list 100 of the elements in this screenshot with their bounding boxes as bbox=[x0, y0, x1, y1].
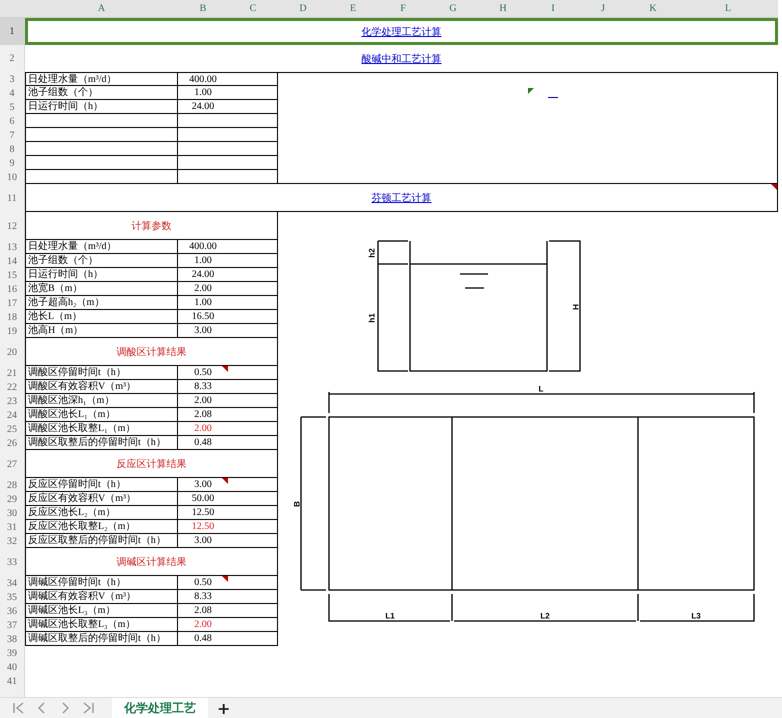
title-link[interactable]: 化学处理工艺计算 bbox=[362, 24, 442, 38]
column-header[interactable]: L bbox=[678, 0, 778, 18]
row-header[interactable]: 17 bbox=[0, 296, 25, 310]
parameter-label: 调酸区池长L₁（m） bbox=[25, 408, 178, 422]
row-header[interactable]: 25 bbox=[0, 422, 25, 436]
parameter-label: 池宽B（m） bbox=[25, 282, 178, 296]
row-header[interactable]: 40 bbox=[0, 660, 25, 674]
column-header[interactable]: I bbox=[528, 0, 578, 18]
title-cell[interactable]: 芬顿工艺计算 bbox=[25, 184, 778, 212]
parameter-label: 反应区取整后的停留时间t（h） bbox=[25, 534, 178, 548]
first-sheet-icon[interactable] bbox=[12, 701, 26, 715]
parameter-value: 2.08 bbox=[193, 408, 213, 421]
last-sheet-icon[interactable] bbox=[81, 701, 95, 715]
column-header[interactable]: B bbox=[178, 0, 228, 18]
row-header[interactable]: 2 bbox=[0, 45, 25, 72]
row-header[interactable]: 27 bbox=[0, 450, 25, 478]
parameter-label: 调碱区有效容积V（m³） bbox=[25, 590, 178, 604]
row-header[interactable]: 34 bbox=[0, 576, 25, 590]
column-header[interactable]: F bbox=[378, 0, 428, 18]
row-header[interactable]: 24 bbox=[0, 408, 25, 422]
column-header[interactable]: E bbox=[328, 0, 378, 18]
row-header[interactable]: 30 bbox=[0, 506, 25, 520]
dimension-label: h1 bbox=[368, 313, 376, 323]
sheet-tab[interactable]: 化学处理工艺 bbox=[112, 698, 208, 718]
row-header[interactable]: 37 bbox=[0, 618, 25, 632]
row-header[interactable]: 5 bbox=[0, 100, 25, 114]
row-header[interactable]: 4 bbox=[0, 86, 25, 100]
parameter-value: 3.00 bbox=[193, 478, 213, 491]
row-header[interactable]: 3 bbox=[0, 72, 25, 86]
parameter-label: 调酸区有效容积V（m³） bbox=[25, 380, 178, 394]
parameter-value: 0.48 bbox=[193, 436, 213, 449]
parameter-value: 2.00 bbox=[193, 282, 213, 295]
row-header[interactable]: 11 bbox=[0, 184, 25, 212]
row-header[interactable]: 39 bbox=[0, 646, 25, 660]
column-header[interactable]: H bbox=[478, 0, 528, 18]
row-header[interactable]: 16 bbox=[0, 282, 25, 296]
column-header[interactable]: G bbox=[428, 0, 478, 18]
row-header[interactable]: 18 bbox=[0, 310, 25, 324]
parameter-value: 50.00 bbox=[190, 492, 216, 505]
dimension-label: L2 bbox=[540, 612, 550, 620]
dimension-label: B bbox=[292, 501, 302, 507]
row-header[interactable]: 36 bbox=[0, 604, 25, 618]
row-header[interactable]: 35 bbox=[0, 590, 25, 604]
row-header[interactable]: 20 bbox=[0, 338, 25, 366]
parameter-value: 2.00 bbox=[193, 618, 213, 631]
parameter-value: 16.50 bbox=[190, 310, 216, 323]
parameter-value: 8.33 bbox=[193, 380, 213, 393]
parameter-label: 调碱区池长取整L₃（m） bbox=[25, 618, 178, 632]
title-cell[interactable]: 酸碱中和工艺计算 bbox=[25, 45, 778, 72]
parameter-value: 0.48 bbox=[193, 632, 213, 645]
row-header[interactable]: 21 bbox=[0, 366, 25, 380]
parameter-value: 12.50 bbox=[190, 520, 216, 533]
parameter-label: 日处理水量（m³/d） bbox=[25, 72, 178, 86]
selected-cell[interactable]: 化学处理工艺计算 bbox=[25, 18, 778, 45]
title-link[interactable]: 芬顿工艺计算 bbox=[372, 190, 432, 204]
row-header[interactable]: 9 bbox=[0, 156, 25, 170]
row-header[interactable]: 26 bbox=[0, 436, 25, 450]
parameter-label: 池子超高h₂（m） bbox=[25, 296, 178, 310]
row-header[interactable]: 10 bbox=[0, 170, 25, 184]
row-header[interactable]: 23 bbox=[0, 394, 25, 408]
dimension-label: h2 bbox=[368, 248, 376, 258]
row-header[interactable]: 28 bbox=[0, 478, 25, 492]
row-header[interactable]: 38 bbox=[0, 632, 25, 646]
parameter-value: 400.00 bbox=[188, 240, 218, 253]
parameter-label: 调酸区停留时间t（h） bbox=[25, 366, 178, 380]
column-header[interactable]: D bbox=[278, 0, 328, 18]
parameter-label: 调酸区池长取整L₁（m） bbox=[25, 422, 178, 436]
parameter-value: 2.00 bbox=[193, 394, 213, 407]
row-header[interactable]: 8 bbox=[0, 142, 25, 156]
parameter-label: 日运行时间（h） bbox=[25, 268, 178, 282]
column-header[interactable]: C bbox=[228, 0, 278, 18]
row-header[interactable]: 33 bbox=[0, 548, 25, 576]
parameter-label: 池子组数（个） bbox=[25, 254, 178, 268]
row-header[interactable]: 32 bbox=[0, 534, 25, 548]
column-header[interactable]: A bbox=[25, 0, 178, 18]
title-link[interactable]: 酸碱中和工艺计算 bbox=[362, 52, 442, 66]
add-sheet-button[interactable]: + bbox=[217, 698, 230, 718]
row-header[interactable]: 15 bbox=[0, 268, 25, 282]
row-header[interactable]: 19 bbox=[0, 324, 25, 338]
row-header[interactable]: 31 bbox=[0, 520, 25, 534]
row-header[interactable]: 41 bbox=[0, 674, 25, 688]
dimension-label: L bbox=[538, 384, 544, 394]
column-header[interactable]: J bbox=[578, 0, 628, 18]
parameter-value: 3.00 bbox=[193, 324, 213, 337]
row-header[interactable]: 13 bbox=[0, 240, 25, 254]
parameter-label: 日处理水量（m³/d） bbox=[25, 240, 178, 254]
row-header[interactable]: 12 bbox=[0, 212, 25, 240]
row-header[interactable]: 1 bbox=[0, 18, 25, 45]
row-header[interactable]: 7 bbox=[0, 128, 25, 142]
parameter-label: 调碱区池长L₃（m） bbox=[25, 604, 178, 618]
column-header[interactable]: K bbox=[628, 0, 678, 18]
parameter-label: 反应区有效容积V（m³） bbox=[25, 492, 178, 506]
row-header[interactable]: 14 bbox=[0, 254, 25, 268]
parameter-value: 24.00 bbox=[190, 268, 216, 281]
dimension-label: L3 bbox=[691, 612, 701, 620]
parameter-label: 反应区池长L₂（m） bbox=[25, 506, 178, 520]
row-header[interactable]: 22 bbox=[0, 380, 25, 394]
row-header[interactable]: 6 bbox=[0, 114, 25, 128]
water-level-icon bbox=[459, 273, 489, 289]
row-header[interactable]: 29 bbox=[0, 492, 25, 506]
